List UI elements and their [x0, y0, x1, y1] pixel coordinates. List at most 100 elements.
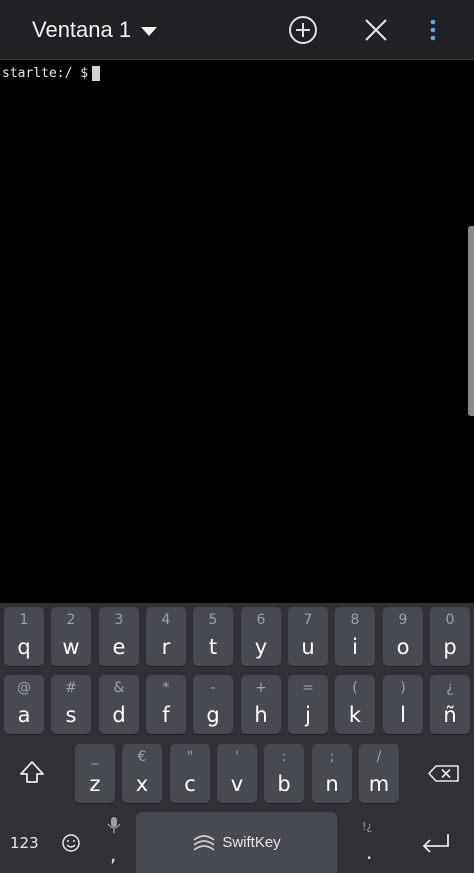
- key-hint: _: [91, 749, 99, 765]
- key-label: t: [208, 635, 218, 659]
- period-hint: !¿: [362, 820, 373, 833]
- emoji-icon: [62, 834, 80, 852]
- key-a[interactable]: @ a: [4, 675, 44, 734]
- backspace-icon: [428, 765, 459, 782]
- key-hint: ¿: [446, 680, 454, 696]
- new-window-button[interactable]: [287, 14, 319, 46]
- key-r[interactable]: 4r: [146, 607, 186, 666]
- key-label: q: [17, 635, 31, 659]
- key-hint: =: [302, 680, 314, 696]
- key-label: j: [305, 703, 311, 727]
- key-g[interactable]: -g: [193, 675, 233, 734]
- terminal-prompt: starlte:/ $: [2, 66, 89, 81]
- key-label: d: [112, 703, 126, 727]
- key-hint: 8: [350, 612, 360, 628]
- key-o[interactable]: 9o: [383, 607, 423, 666]
- key-hint: +: [255, 680, 267, 696]
- key-label: c: [184, 772, 196, 796]
- key-hint: ;: [329, 749, 335, 765]
- key-hint: 0: [445, 612, 455, 628]
- key-c[interactable]: " c: [170, 744, 210, 803]
- key-hint: €: [137, 749, 147, 765]
- key-hint: ): [400, 680, 406, 696]
- more-vert-icon: [430, 19, 436, 41]
- key-hint: 2: [66, 612, 76, 628]
- key-n[interactable]: ; n: [312, 744, 352, 803]
- key-j[interactable]: = j: [288, 675, 328, 734]
- key-hint: ': [235, 749, 239, 765]
- key-h[interactable]: + h: [241, 675, 281, 734]
- key-hint: 7: [303, 612, 313, 628]
- enter-icon: [422, 834, 449, 853]
- key-w[interactable]: 2w: [51, 607, 91, 666]
- overflow-menu-button[interactable]: [417, 14, 449, 46]
- key-y[interactable]: 6y: [241, 607, 281, 666]
- swiftkey-logo-icon: [193, 834, 215, 851]
- terminal-prompt-line: starlte:/ $: [2, 66, 101, 81]
- key-hint: 3: [114, 612, 124, 628]
- key-hint: 5: [208, 612, 218, 628]
- shift-key[interactable]: [14, 744, 50, 803]
- window-selector[interactable]: Ventana 1: [32, 17, 158, 43]
- key-label: e: [112, 635, 126, 659]
- microphone-icon: [107, 817, 121, 833]
- key-label: g: [206, 703, 220, 727]
- space-key[interactable]: SwiftKey: [136, 812, 337, 873]
- key-hint: /: [376, 749, 382, 765]
- key-hint: (: [352, 680, 358, 696]
- key-label: o: [396, 635, 410, 659]
- close-window-button[interactable]: [360, 14, 392, 46]
- dropdown-arrow-icon: [141, 26, 158, 36]
- key-label: v: [230, 772, 244, 796]
- key-hint: 9: [398, 612, 408, 628]
- key-label: a: [17, 703, 31, 727]
- key-q[interactable]: 1q: [4, 607, 44, 666]
- key-hint: -: [210, 680, 216, 696]
- key-hint: &: [113, 680, 125, 696]
- key-l[interactable]: ) l: [383, 675, 423, 734]
- key-n-tilde[interactable]: ¿ ñ: [430, 675, 470, 734]
- shift-icon: [20, 761, 44, 783]
- key-hint: @: [17, 680, 31, 696]
- key-hint: :: [281, 749, 287, 765]
- backspace-key[interactable]: [424, 744, 464, 803]
- key-label: k: [348, 703, 362, 727]
- period-key[interactable]: !¿ .: [356, 818, 384, 868]
- key-hint: 1: [19, 612, 29, 628]
- key-x[interactable]: € x: [122, 744, 162, 803]
- key-hint: ": [186, 749, 194, 765]
- key-t[interactable]: 5t: [193, 607, 233, 666]
- key-b[interactable]: :b: [264, 744, 304, 803]
- key-label: p: [443, 635, 457, 659]
- key-z[interactable]: _ z: [75, 744, 115, 803]
- enter-key[interactable]: [418, 828, 454, 858]
- key-d[interactable]: & d: [99, 675, 139, 734]
- space-key-label: SwiftKey: [222, 834, 281, 851]
- numbers-key[interactable]: 123: [10, 834, 50, 854]
- key-label: w: [62, 635, 80, 659]
- edge-panel-handle[interactable]: [468, 226, 474, 416]
- key-label: s: [65, 703, 77, 727]
- key-k[interactable]: (k: [335, 675, 375, 734]
- key-label: h: [254, 703, 268, 727]
- key-hint: 4: [161, 612, 171, 628]
- key-label: f: [162, 703, 170, 727]
- key-p[interactable]: 0p: [430, 607, 470, 666]
- key-f[interactable]: * f: [146, 675, 186, 734]
- key-s[interactable]: # s: [51, 675, 91, 734]
- key-label: x: [135, 772, 149, 796]
- app-bar: Ventana 1: [0, 0, 474, 60]
- comma-key[interactable]: ,: [100, 814, 128, 870]
- close-icon: [365, 19, 387, 41]
- emoji-key[interactable]: [58, 830, 84, 856]
- key-hint: 6: [256, 612, 266, 628]
- key-hint: #: [65, 680, 77, 696]
- key-v[interactable]: ' v: [217, 744, 257, 803]
- key-e[interactable]: 3e: [99, 607, 139, 666]
- terminal-view[interactable]: starlte:/ $: [0, 61, 474, 603]
- key-m[interactable]: / m: [359, 744, 399, 803]
- text-cursor: [92, 66, 101, 81]
- key-u[interactable]: 7u: [288, 607, 328, 666]
- key-label: ñ: [443, 703, 457, 727]
- key-i[interactable]: 8i: [335, 607, 375, 666]
